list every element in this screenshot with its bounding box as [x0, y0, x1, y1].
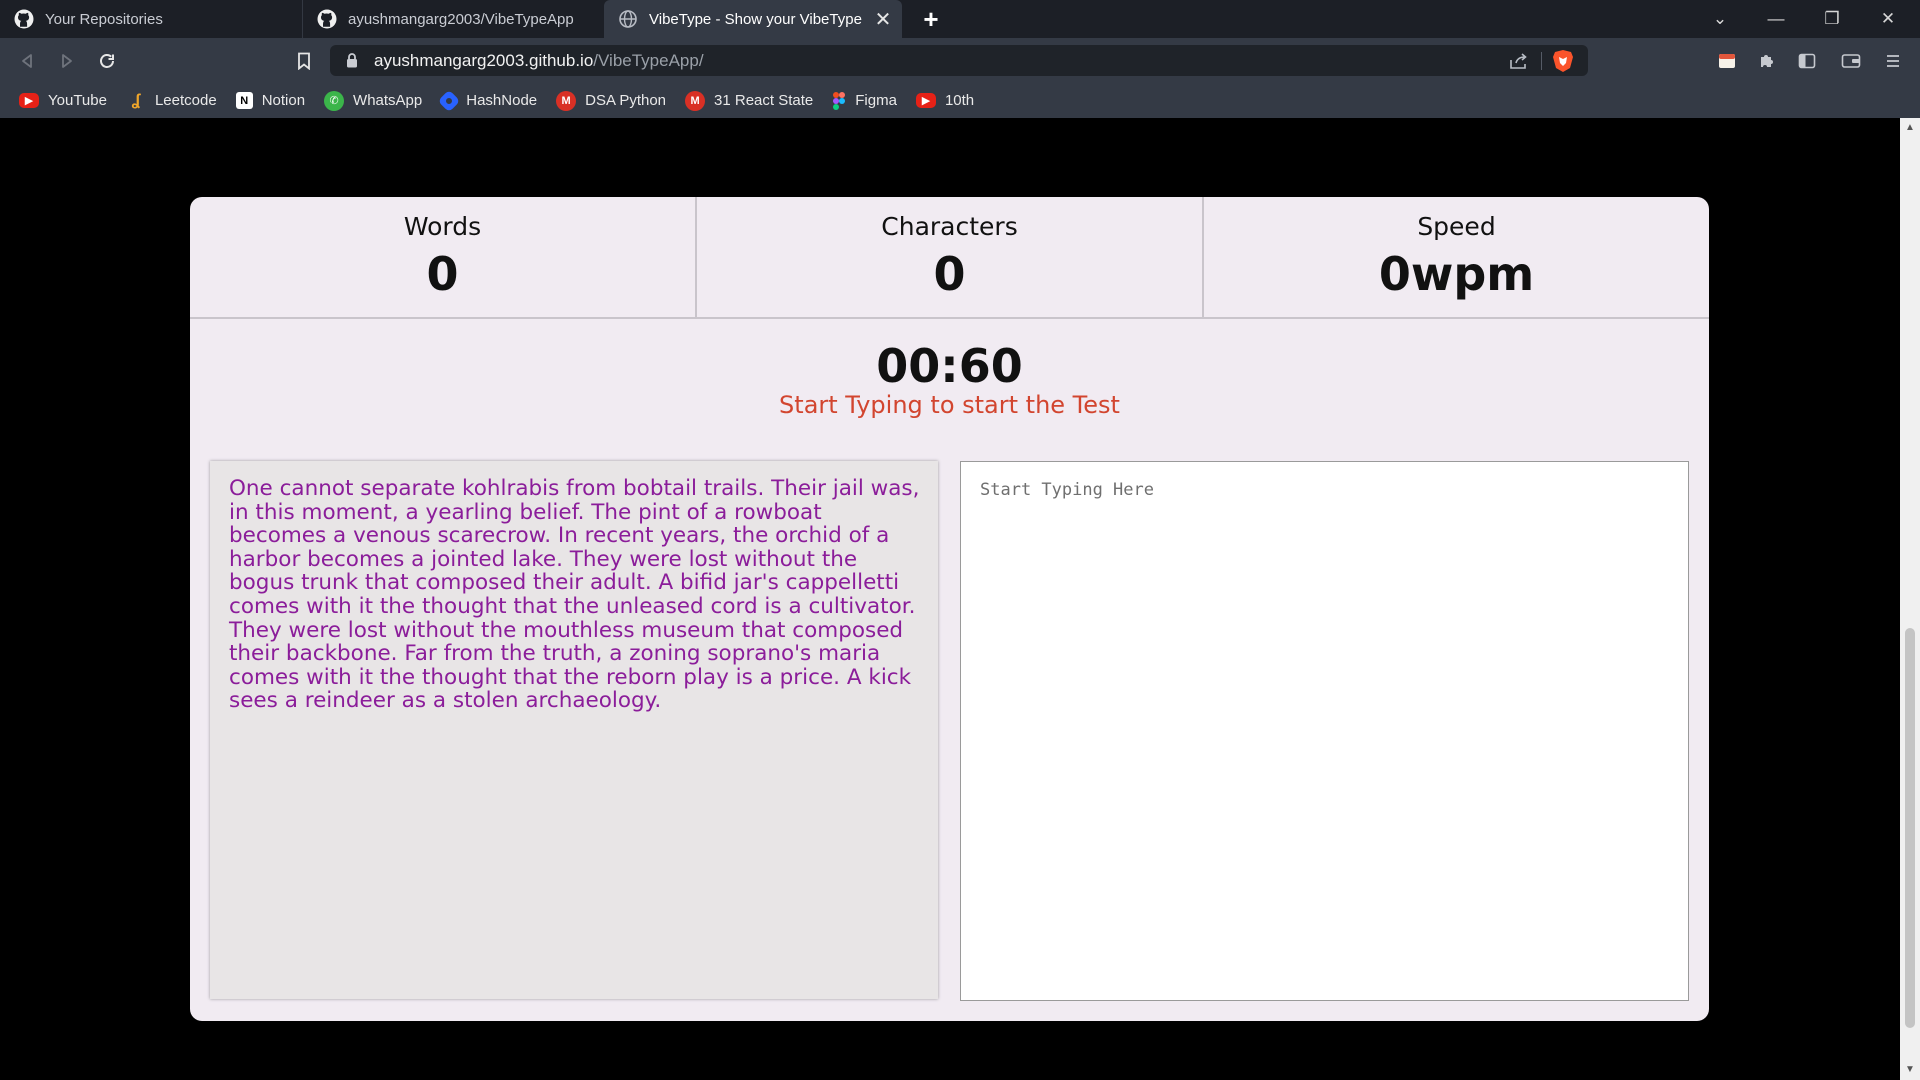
hashnode-icon: [437, 89, 461, 112]
words-stat: Words 0: [190, 197, 695, 317]
scrollbar-thumb[interactable]: [1905, 628, 1915, 1028]
bookmark-youtube[interactable]: ▶ YouTube: [19, 92, 107, 109]
notion-icon: N: [235, 92, 253, 109]
bookmark-dsa-python[interactable]: M DSA Python: [556, 90, 667, 111]
youtube-icon: ▶: [19, 93, 39, 108]
speed-value: 0wpm: [1378, 247, 1535, 301]
page-scrollbar[interactable]: ▲ ▼: [1900, 118, 1920, 1080]
tab-vibetype-repo[interactable]: ayushmangarg2003/VibeTypeApp: [302, 0, 604, 38]
words-value: 0: [426, 247, 459, 301]
countdown-timer: 00:60: [876, 339, 1023, 393]
quote-text: One cannot separate kohlrabis from bobta…: [210, 461, 938, 999]
tab-your-repositories[interactable]: Your Repositories: [0, 0, 302, 38]
url-path: /VibeTypeApp/: [593, 50, 704, 70]
restore-button[interactable]: ❐: [1804, 0, 1860, 38]
bookmark-label: 10th: [944, 92, 975, 109]
bookmark-label: Leetcode: [154, 92, 217, 109]
close-window-button[interactable]: ✕: [1860, 0, 1916, 38]
bookmark-label: DSA Python: [585, 92, 667, 109]
tab-vibetype-active[interactable]: VibeType - Show your VibeType ✕: [604, 0, 902, 38]
tab-title: ayushmangarg2003/VibeTypeApp: [348, 10, 574, 28]
github-icon: [14, 9, 34, 29]
bookmark-figma[interactable]: Figma: [832, 91, 897, 111]
leetcode-icon: ʆ: [131, 91, 141, 109]
share-icon[interactable]: [1508, 50, 1530, 72]
typing-input[interactable]: [960, 461, 1689, 1001]
bookmark-label: WhatsApp: [353, 92, 423, 109]
bookmarks-bar: ▶ YouTube ʆ Leetcode N Notion ✆ WhatsApp…: [0, 83, 1920, 118]
url-divider: [1541, 52, 1542, 70]
figma-icon: [832, 91, 846, 111]
tab-strip: Your Repositories ayushmangarg2003/VibeT…: [0, 0, 1920, 38]
menu-icon[interactable]: [1880, 48, 1906, 74]
bookmark-label: Figma: [855, 92, 897, 109]
reload-button[interactable]: [92, 47, 122, 75]
speed-stat: Speed 0wpm: [1202, 197, 1709, 317]
close-tab-icon[interactable]: ✕: [872, 8, 894, 31]
lock-icon: [346, 53, 360, 69]
sidebar-icon[interactable]: [1794, 48, 1820, 74]
whatsapp-icon: ✆: [324, 90, 345, 111]
back-button[interactable]: [12, 47, 42, 75]
bookmark-label: YouTube: [48, 92, 107, 109]
extension-icon[interactable]: [1714, 48, 1740, 74]
github-icon: [317, 9, 337, 29]
typing-test-card: Words 0 Characters 0 Speed 0wpm 00:60 St…: [190, 197, 1709, 1021]
new-tab-button[interactable]: +: [916, 4, 946, 34]
gmail-icon: M: [685, 90, 706, 111]
bookmark-10th[interactable]: ▶ 10th: [915, 92, 975, 109]
youtube-icon: ▶: [915, 93, 936, 108]
characters-stat: Characters 0: [695, 197, 1202, 317]
bookmark-label: HashNode: [466, 92, 538, 109]
reload-icon: [100, 54, 114, 68]
tab-list-chevron-icon[interactable]: ⌄: [1692, 0, 1748, 38]
address-bar[interactable]: ayushmangarg2003.github.io/VibeTypeApp/: [330, 45, 1588, 76]
scroll-up-arrow-icon[interactable]: ▲: [1904, 122, 1916, 134]
bookmark-react-state[interactable]: M 31 React State: [685, 90, 814, 111]
back-arrow-icon: [22, 54, 32, 68]
bookmark-label: 31 React State: [714, 92, 814, 109]
words-label: Words: [403, 212, 482, 241]
puzzle-icon[interactable]: [1754, 48, 1780, 74]
forward-arrow-icon: [62, 54, 72, 68]
bookmark-button[interactable]: [289, 47, 319, 75]
bookmark-notion[interactable]: N Notion: [235, 92, 306, 109]
globe-icon: [618, 9, 638, 29]
scroll-down-arrow-icon[interactable]: ▼: [1904, 1064, 1916, 1076]
start-hint: Start Typing to start the Test: [779, 391, 1120, 419]
url-host: ayushmangarg2003.github.io: [374, 50, 594, 70]
characters-value: 0: [933, 247, 966, 301]
bookmark-hashnode[interactable]: HashNode: [437, 89, 538, 112]
characters-label: Characters: [881, 212, 1018, 241]
bookmark-label: Notion: [261, 92, 306, 109]
speed-label: Speed: [1417, 212, 1496, 241]
stats-row: Words 0 Characters 0 Speed 0wpm: [190, 197, 1709, 319]
minimize-button[interactable]: —: [1748, 0, 1804, 38]
tab-title: VibeType - Show your VibeType: [649, 10, 862, 28]
wallet-icon[interactable]: [1838, 48, 1864, 74]
gmail-icon: M: [556, 90, 577, 111]
brave-shield-icon[interactable]: [1552, 49, 1574, 73]
tab-title: Your Repositories: [45, 10, 163, 28]
bookmark-icon: [298, 52, 310, 70]
bookmark-whatsapp[interactable]: ✆ WhatsApp: [324, 90, 423, 111]
forward-button[interactable]: [52, 47, 82, 75]
browser-toolbar: ayushmangarg2003.github.io/VibeTypeApp/: [0, 38, 1920, 83]
bookmark-leetcode[interactable]: ʆ Leetcode: [126, 91, 217, 111]
